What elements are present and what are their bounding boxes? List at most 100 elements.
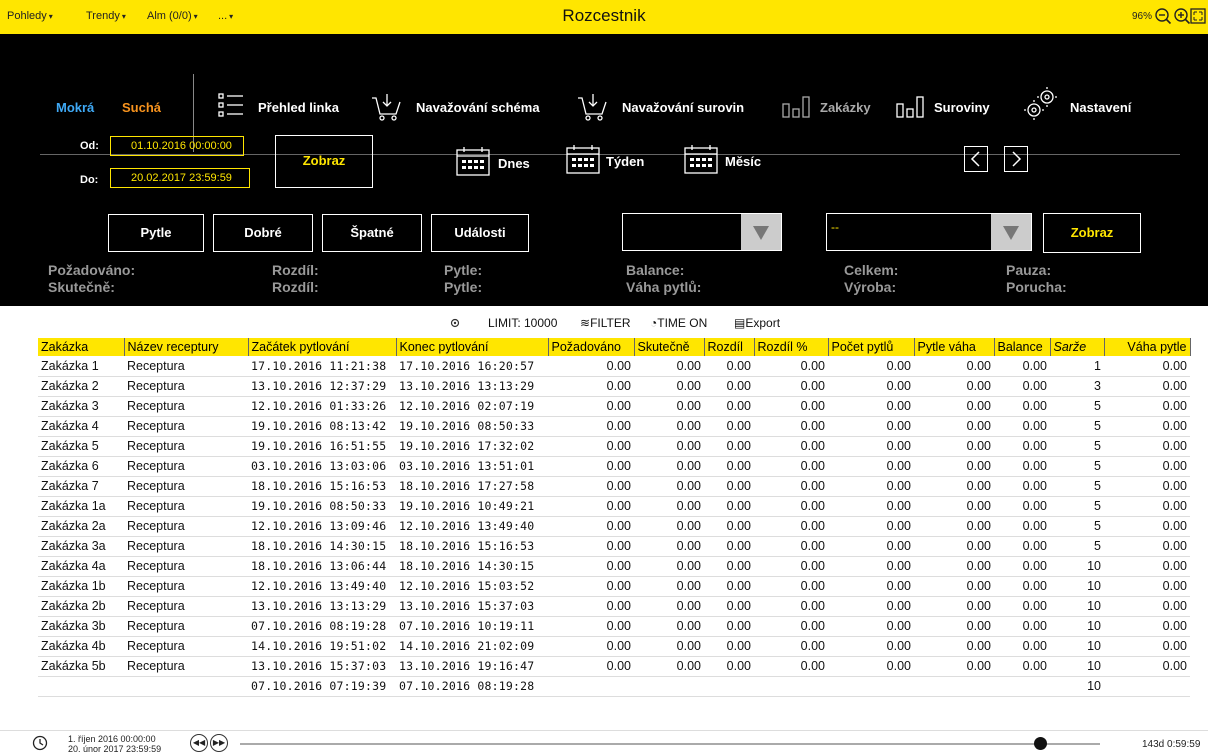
table-cell: 19.10.2016 08:50:33 — [396, 416, 548, 437]
table-cell: 0.00 — [914, 616, 994, 637]
zoom-in-icon[interactable] — [1173, 7, 1191, 25]
nav-navazovani-schema[interactable]: Navažování schéma — [416, 100, 540, 115]
table-cell: 14.10.2016 19:51:02 — [248, 636, 396, 657]
table-cell: 0.00 — [994, 396, 1050, 417]
menu-pohledy[interactable]: Pohledy ▾ — [7, 10, 53, 22]
table-row[interactable]: Zakázka 6 Receptura 03.10.2016 13:03:06 03.… — [38, 456, 1190, 477]
table-row[interactable]: Zakázka 3b Receptura 07.10.2016 08:19:28 07… — [38, 616, 1190, 637]
column-header[interactable]: Rozdíl — [704, 338, 755, 356]
nav-navazovani-surovin[interactable]: Navažování surovin — [622, 100, 744, 115]
table-row[interactable]: Zakázka 4 Receptura 19.10.2016 08:13:42 19.… — [38, 416, 1190, 437]
table-cell: 10 — [1050, 556, 1104, 577]
limit-label[interactable]: LIMIT: 10000 — [488, 316, 557, 330]
table-cell: Receptura — [124, 616, 248, 637]
column-header[interactable]: Rozdíl % — [754, 338, 829, 356]
next-period-button[interactable] — [1004, 146, 1028, 172]
column-header[interactable]: Zakázka — [38, 338, 125, 356]
column-header[interactable]: Váha pytle — [1104, 338, 1191, 356]
table-cell: 0.00 — [704, 456, 754, 477]
select-2[interactable]: -- — [826, 213, 1032, 251]
table-cell: 0.00 — [548, 596, 634, 617]
column-header[interactable]: Název receptury — [124, 338, 249, 356]
select-1[interactable] — [622, 213, 782, 251]
column-header[interactable]: Začátek pytlování — [248, 338, 397, 356]
table-cell: 5 — [1050, 396, 1104, 417]
nav-zakazky[interactable]: Zakázky — [820, 100, 871, 115]
column-header[interactable]: Počet pytlů — [828, 338, 915, 356]
table-cell: 0.00 — [914, 636, 994, 657]
table-row[interactable]: Zakázka 1 Receptura 17.10.2016 11:21:38 17.… — [38, 356, 1190, 377]
table-row[interactable]: 07.10.2016 07:19:39 07.10.2016 08:19:28 10 — [38, 676, 1190, 697]
settings-icon[interactable] — [449, 317, 461, 329]
od-date-input[interactable]: 01.10.2016 00:00:00 — [110, 136, 244, 156]
column-header[interactable]: Skutečně — [634, 338, 705, 356]
nav-nastaveni[interactable]: Nastavení — [1070, 100, 1131, 115]
zobraz-button-2[interactable]: Zobraz — [1043, 213, 1141, 253]
tyden-button[interactable]: Týden — [606, 154, 644, 169]
table-row[interactable]: Zakázka 5 Receptura 19.10.2016 16:51:55 19.… — [38, 436, 1190, 457]
table-row[interactable]: Zakázka 5b Receptura 13.10.2016 15:37:03 13… — [38, 656, 1190, 677]
table-row[interactable]: Zakázka 4b Receptura 14.10.2016 19:51:02 14… — [38, 636, 1190, 657]
mesic-button[interactable]: Měsíc — [725, 154, 761, 169]
od-label: Od: — [80, 140, 99, 152]
calendar-icon[interactable] — [456, 146, 490, 176]
rewind-button[interactable]: ◀◀ — [190, 734, 208, 752]
zoom-out-icon[interactable] — [1154, 7, 1172, 25]
column-header[interactable]: Konec pytlování — [396, 338, 549, 356]
table-row[interactable]: Zakázka 1a Receptura 19.10.2016 08:50:33 19… — [38, 496, 1190, 517]
table-row[interactable]: Zakázka 7 Receptura 18.10.2016 15:16:53 18.… — [38, 476, 1190, 497]
table-cell: 0.00 — [754, 556, 828, 577]
dnes-button[interactable]: Dnes — [498, 156, 530, 171]
table-row[interactable]: Zakázka 2a Receptura 12.10.2016 13:09:46 12… — [38, 516, 1190, 537]
mokra-link[interactable]: Mokrá — [56, 100, 94, 115]
menu-alarms[interactable]: Alm (0/0) ▾ — [147, 10, 198, 22]
menu-more[interactable]: ... ▾ — [218, 10, 233, 22]
table-cell: 0.00 — [704, 536, 754, 557]
column-header[interactable]: Pytle váha — [914, 338, 995, 356]
table-cell — [914, 676, 994, 697]
bars-icon — [896, 96, 924, 118]
table-row[interactable]: Zakázka 4a Receptura 18.10.2016 13:06:44 18… — [38, 556, 1190, 577]
nav-prehled-linka[interactable]: Přehled linka — [258, 100, 339, 115]
nav-suroviny[interactable]: Suroviny — [934, 100, 990, 115]
do-date-input[interactable]: 20.02.2017 23:59:59 — [110, 168, 250, 188]
time-on-button[interactable]: ◔TIME ON — [650, 316, 707, 330]
menu-trendy[interactable]: Trendy ▾ — [86, 10, 126, 22]
stat-porucha: Porucha: — [1006, 279, 1067, 295]
calendar-icon[interactable] — [684, 144, 718, 174]
table-cell: 0.00 — [914, 396, 994, 417]
table-cell: 5 — [1050, 496, 1104, 517]
prev-period-button[interactable] — [964, 146, 988, 172]
table-row[interactable]: Zakázka 2 Receptura 13.10.2016 12:37:29 13.… — [38, 376, 1190, 397]
table-cell: Zakázka 6 — [38, 456, 124, 477]
udalosti-button[interactable]: Události — [431, 214, 529, 252]
column-header[interactable]: Sarže — [1050, 338, 1105, 356]
table-row[interactable]: Zakázka 3a Receptura 18.10.2016 14:30:15 18… — [38, 536, 1190, 557]
table-row[interactable]: Zakázka 2b Receptura 13.10.2016 13:13:29 13… — [38, 596, 1190, 617]
pytle-button[interactable]: Pytle — [108, 214, 204, 252]
table-cell: 0.00 — [828, 536, 914, 557]
table-cell: 0.00 — [1104, 576, 1190, 597]
forward-button[interactable]: ▶▶ — [210, 734, 228, 752]
column-header[interactable]: Požadováno — [548, 338, 635, 356]
spatne-button[interactable]: Špatné — [322, 214, 422, 252]
column-header[interactable]: Balance — [994, 338, 1051, 356]
sucha-link[interactable]: Suchá — [122, 100, 161, 115]
dobre-button[interactable]: Dobré — [213, 214, 313, 252]
table-cell — [828, 676, 914, 697]
timeline-track[interactable] — [240, 743, 1100, 745]
table-row[interactable]: Zakázka 1b Receptura 12.10.2016 13:49:40 12… — [38, 576, 1190, 597]
history-icon[interactable] — [32, 735, 48, 751]
cart-icon — [372, 94, 401, 121]
zobraz-button[interactable]: Zobraz — [275, 135, 373, 188]
calendar-icon[interactable] — [566, 144, 600, 174]
fullscreen-icon[interactable] — [1190, 7, 1206, 25]
filter-button[interactable]: ≋FILTER — [580, 316, 631, 330]
table-cell: 0.00 — [548, 456, 634, 477]
table-cell: 0.00 — [634, 636, 704, 657]
table-row[interactable]: Zakázka 3 Receptura 12.10.2016 01:33:26 12.… — [38, 396, 1190, 417]
timeline-slider-handle[interactable] — [1033, 737, 1047, 750]
export-button[interactable]: ▤Export — [734, 316, 780, 330]
table-cell: 19.10.2016 08:13:42 — [248, 416, 396, 437]
table-cell: 0.00 — [634, 656, 704, 677]
